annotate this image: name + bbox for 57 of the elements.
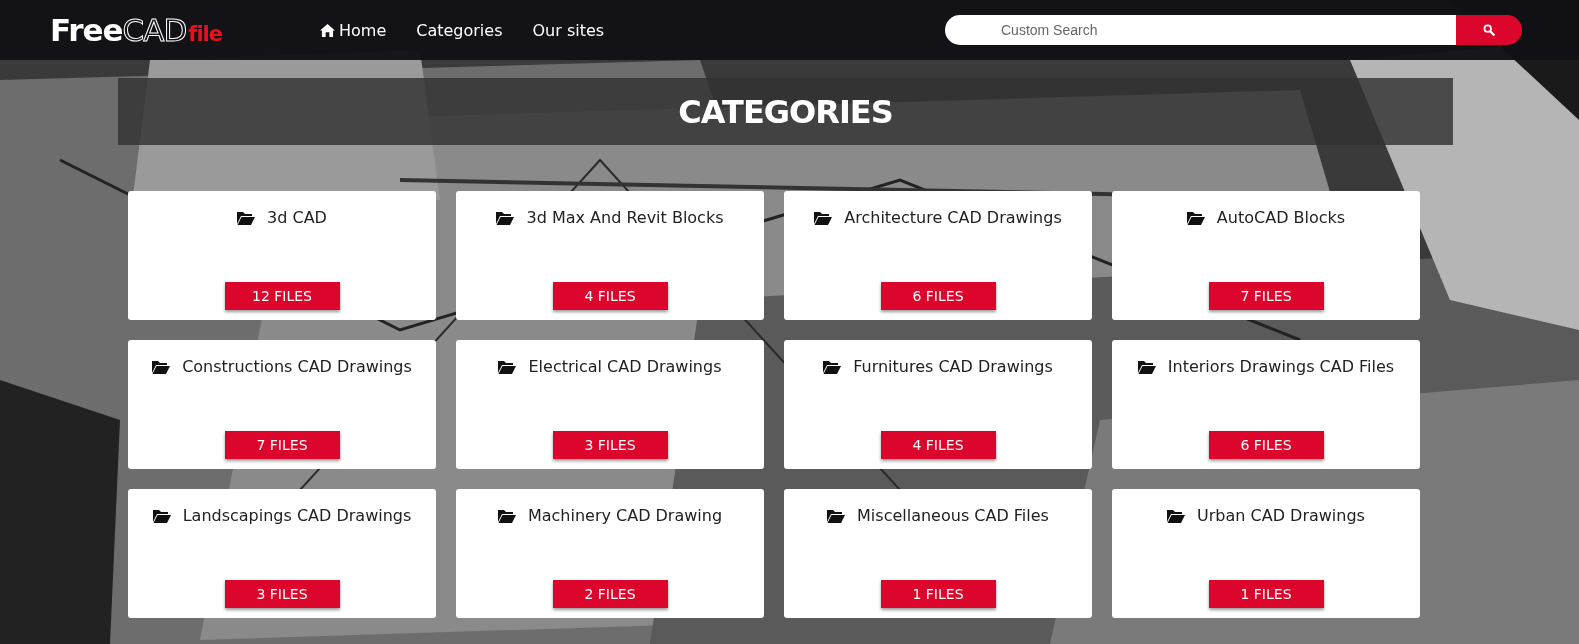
category-name[interactable]: Architecture CAD Drawings <box>844 208 1062 227</box>
category-card[interactable]: Urban CAD Drawings 1 FILES <box>1112 489 1420 618</box>
folder-icon <box>827 508 846 523</box>
folder-icon <box>152 508 171 523</box>
file-count-badge[interactable]: 4 FILES <box>880 431 996 459</box>
nav-link[interactable]: Home <box>320 20 387 40</box>
category-card[interactable]: Architecture CAD Drawings 6 FILES <box>784 191 1092 320</box>
nav-link[interactable]: Categories <box>416 20 503 40</box>
category-name[interactable]: Electrical CAD Drawings <box>528 357 722 376</box>
category-card[interactable]: Furnitures CAD Drawings 4 FILES <box>784 340 1092 469</box>
file-count-badge[interactable]: 4 FILES <box>552 282 668 310</box>
category-name[interactable]: Furnitures CAD Drawings <box>853 357 1053 376</box>
category-name[interactable]: Machinery CAD Drawing <box>527 506 723 525</box>
file-count-badge[interactable]: 7 FILES <box>224 431 340 459</box>
category-name[interactable]: Constructions CAD Drawings <box>182 357 412 376</box>
folder-icon <box>1186 210 1205 225</box>
folder-icon <box>237 210 256 225</box>
category-card[interactable]: Machinery CAD Drawing 2 FILES <box>456 489 764 618</box>
folder-icon <box>823 359 842 374</box>
file-count-badge[interactable]: 3 FILES <box>552 431 668 459</box>
file-count-badge[interactable]: 3 FILES <box>224 580 340 608</box>
folder-icon <box>1137 359 1156 374</box>
category-card[interactable]: Landscapings CAD Drawings 3 FILES <box>128 489 436 618</box>
category-name[interactable]: Miscellaneous CAD Files <box>857 506 1049 525</box>
search-icon <box>1483 24 1495 36</box>
file-count-badge[interactable]: 12 FILES <box>224 282 340 310</box>
category-name[interactable]: 3d Max And Revit Blocks <box>526 208 724 227</box>
category-card[interactable]: AutoCAD Blocks 7 FILES <box>1112 191 1420 320</box>
category-name[interactable]: AutoCAD Blocks <box>1216 208 1346 227</box>
folder-icon <box>814 210 833 225</box>
nav-link[interactable]: Our sites <box>532 20 605 40</box>
site-logo[interactable]: FreeCADfile <box>50 12 320 48</box>
file-count-badge[interactable]: 2 FILES <box>552 580 668 608</box>
category-name[interactable]: Interiors Drawings CAD Files <box>1167 357 1395 376</box>
category-card[interactable]: Interiors Drawings CAD Files 6 FILES <box>1112 340 1420 469</box>
folder-icon <box>497 508 516 523</box>
category-card[interactable]: Miscellaneous CAD Files 1 FILES <box>784 489 1092 618</box>
folder-icon <box>498 359 517 374</box>
file-count-badge[interactable]: 1 FILES <box>1208 580 1324 608</box>
category-card[interactable]: 3d Max And Revit Blocks 4 FILES <box>456 191 764 320</box>
search-field[interactable]: Custom Search <box>945 15 1456 45</box>
category-name[interactable]: Landscapings CAD Drawings <box>182 506 412 525</box>
category-card[interactable]: Constructions CAD Drawings 7 FILES <box>128 340 436 469</box>
search-button[interactable] <box>1456 15 1522 45</box>
folder-icon <box>1167 508 1186 523</box>
category-name[interactable]: Urban CAD Drawings <box>1197 506 1365 525</box>
category-card[interactable]: 3d CAD 12 FILES <box>128 191 436 320</box>
category-name[interactable]: 3d CAD <box>267 208 327 227</box>
category-card[interactable]: Electrical CAD Drawings 3 FILES <box>456 340 764 469</box>
file-count-badge[interactable]: 1 FILES <box>880 580 996 608</box>
file-count-badge[interactable]: 7 FILES <box>1208 282 1324 310</box>
folder-icon <box>496 210 515 225</box>
folder-icon <box>152 359 171 374</box>
file-count-badge[interactable]: 6 FILES <box>1208 431 1324 459</box>
home-icon <box>320 23 335 37</box>
page-heading: CATEGORIES <box>678 92 893 131</box>
file-count-badge[interactable]: 6 FILES <box>880 282 996 310</box>
